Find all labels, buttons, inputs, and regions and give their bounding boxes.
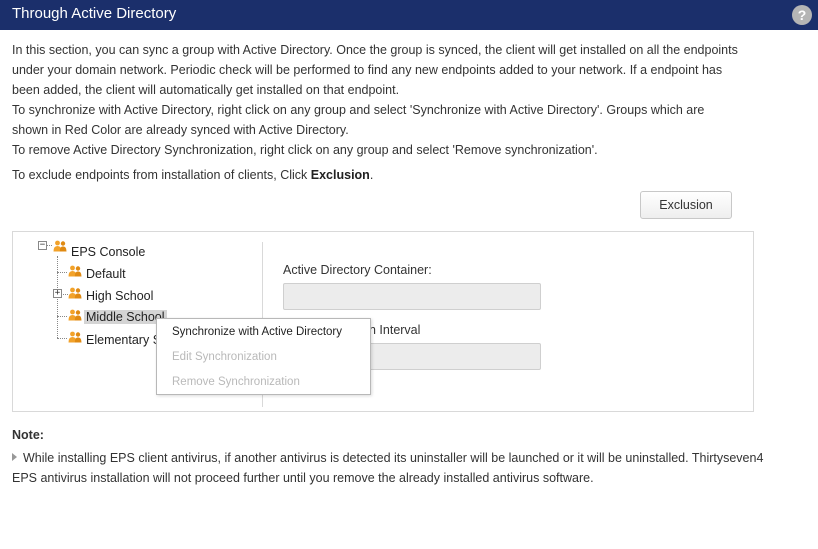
intro-line: To remove Active Directory Synchronizati… (12, 143, 598, 157)
menu-item-edit-synchronization: Edit Synchronization (172, 351, 277, 363)
intro-line: under your domain network. Periodic chec… (12, 63, 723, 77)
bullet-arrow-icon (12, 453, 17, 461)
intro-line: In this section, you can sync a group wi… (12, 43, 738, 57)
page-title: Through Active Directory (12, 5, 177, 22)
group-icon (68, 309, 82, 321)
sync-interval-label: n Interval (369, 323, 421, 337)
context-menu: Synchronize with Active Directory Edit S… (156, 318, 371, 395)
tree-connector (57, 338, 67, 339)
tree-node-middle-school[interactable]: Middle School (84, 310, 167, 324)
exclusion-instruction-text: To exclude endpoints from installation o… (12, 168, 311, 182)
group-icon (53, 240, 67, 252)
collapse-toggle[interactable]: − (38, 241, 47, 250)
note-text: While installing EPS client antivirus, i… (23, 451, 764, 465)
question-mark-icon[interactable]: ? (792, 5, 812, 25)
tree-node-elementary[interactable]: Elementary S (86, 333, 161, 347)
note-text-continued: EPS antivirus installation will not proc… (12, 471, 594, 485)
ad-container-label: Active Directory Container: (283, 263, 432, 277)
ad-container-field[interactable] (283, 283, 541, 310)
exclusion-instruction-bold: Exclusion (310, 168, 370, 182)
tree-node-eps-console[interactable]: EPS Console (71, 245, 145, 259)
header-bar: Through Active Directory ? (0, 0, 818, 30)
note-title: Note: (12, 428, 44, 442)
intro-line: been added, the client will automaticall… (12, 83, 400, 97)
group-icon (68, 331, 82, 343)
ad-sync-panel: − EPS Console Default + High School Midd… (12, 231, 754, 412)
group-icon (68, 265, 82, 277)
exclusion-button[interactable]: Exclusion (640, 191, 732, 219)
menu-item-synchronize[interactable]: Synchronize with Active Directory (172, 326, 342, 338)
expand-toggle[interactable]: + (53, 289, 62, 298)
tree-connector (57, 272, 67, 273)
intro-text: In this section, you can sync a group wi… (12, 40, 802, 160)
group-icon (68, 287, 82, 299)
menu-item-remove-synchronization: Remove Synchronization (172, 376, 300, 388)
tree-connector (57, 316, 67, 317)
tree-node-high-school[interactable]: High School (86, 289, 153, 303)
exclusion-instruction: To exclude endpoints from installation o… (12, 165, 373, 185)
intro-line: shown in Red Color are already synced wi… (12, 123, 349, 137)
exclusion-instruction-suffix: . (369, 168, 374, 182)
tree-node-default[interactable]: Default (86, 267, 126, 281)
intro-line: To synchronize with Active Directory, ri… (12, 103, 705, 117)
